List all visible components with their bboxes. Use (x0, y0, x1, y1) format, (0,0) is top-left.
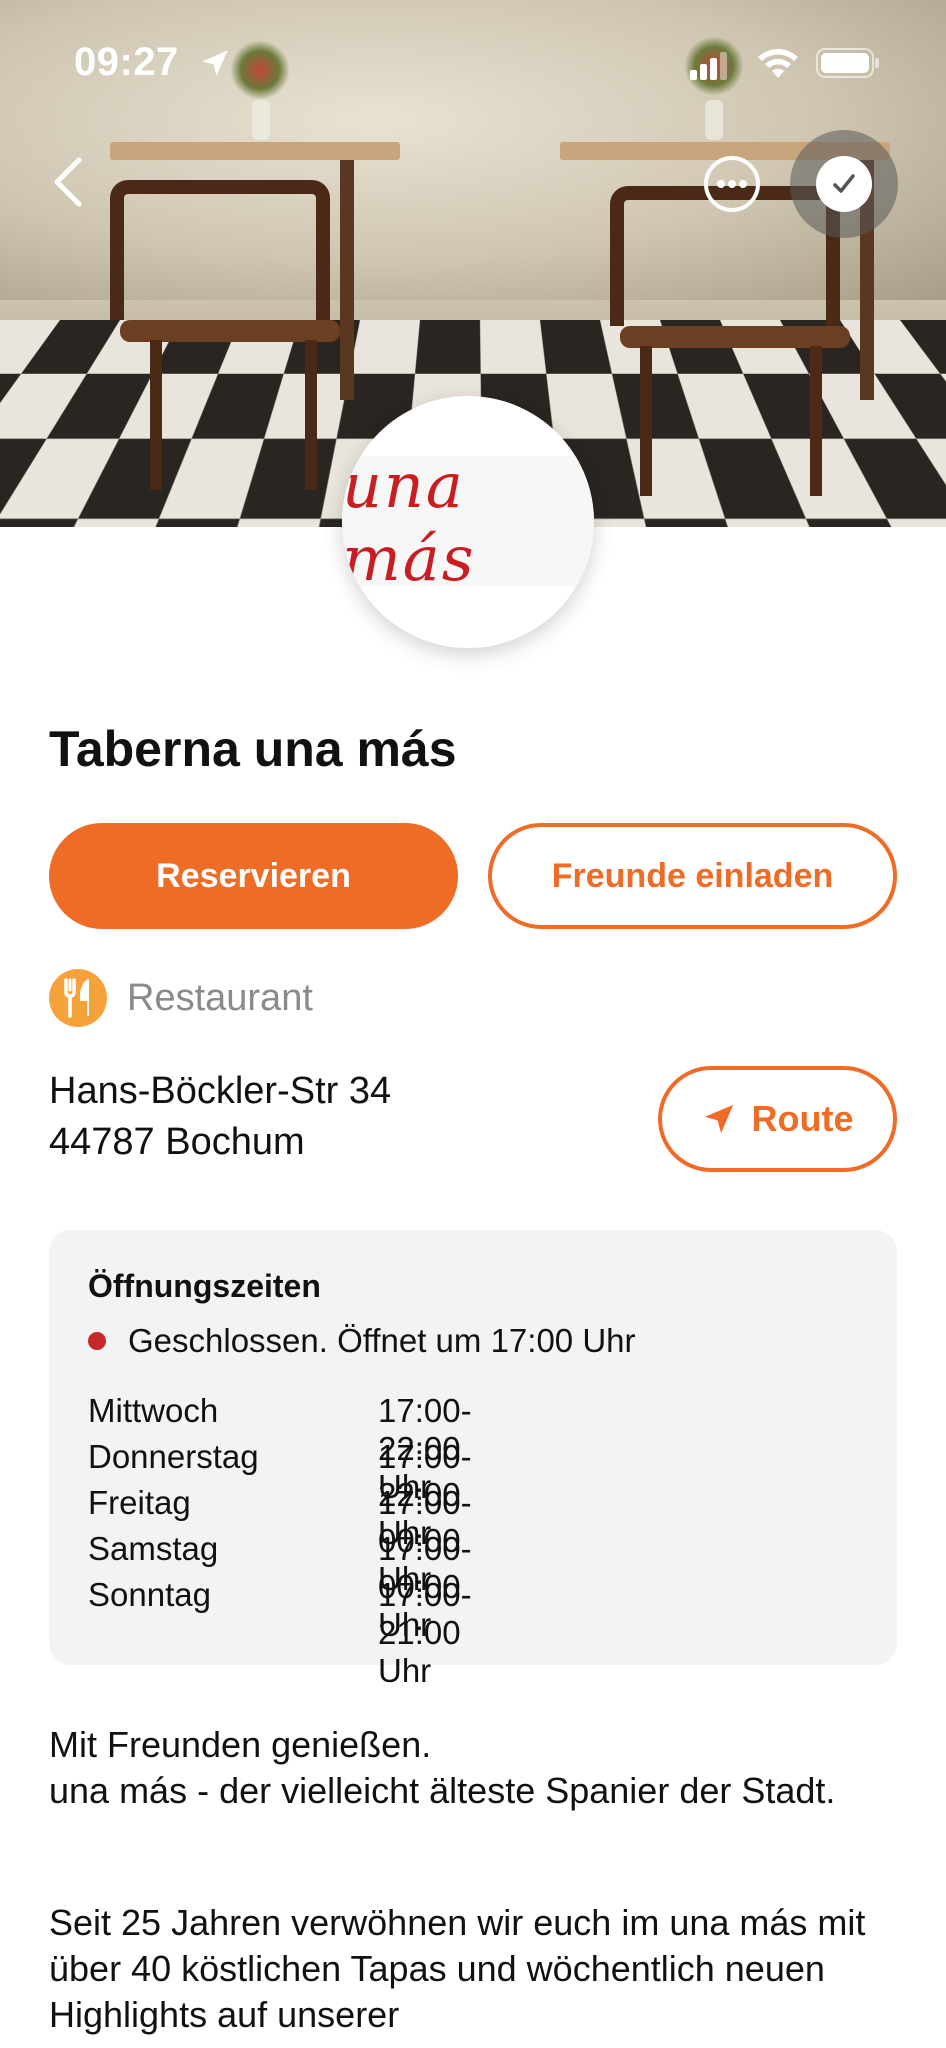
more-button[interactable] (702, 154, 762, 214)
description-intro: Mit Freunden genießen. una más - der vie… (49, 1724, 836, 1811)
opening-status-text: Geschlossen. Öffnet um 17:00 Uhr (128, 1322, 636, 1359)
opening-hours-card: Öffnungszeiten Geschlossen. Öffnet um 17… (49, 1230, 897, 1689)
navigation-arrow-icon (704, 1104, 733, 1134)
hero-chair-seat (120, 320, 340, 342)
hours-row: Samstag 17:00-00:00 Uhr (88, 1530, 472, 1643)
opening-status: Geschlossen. Öffnet um 17:00 Uhr (88, 1322, 636, 1360)
hours-day: Samstag (88, 1530, 219, 1567)
restaurant-name: Taberna una más (49, 721, 457, 777)
closed-status-dot (88, 1332, 106, 1350)
wifi-icon (758, 49, 798, 78)
address-city: 44787 Bochum (49, 1121, 305, 1163)
location-arrow-icon (202, 50, 228, 76)
restaurant-logo: una más (342, 396, 594, 648)
logo-text: una más (342, 449, 476, 595)
hours-row: Mittwoch 17:00-22:00 Uhr (88, 1392, 472, 1505)
back-chevron-icon (54, 157, 82, 207)
battery-icon (816, 48, 879, 78)
opening-hours-title: Öffnungszeiten (88, 1268, 321, 1304)
address-street: Hans-Böckler-Str 34 (49, 1070, 392, 1112)
visited-button[interactable] (790, 130, 898, 238)
checkmark-badge (816, 156, 872, 212)
hours-row: Freitag 17:00-00:00 Uhr (88, 1484, 472, 1597)
invite-friends-button[interactable]: Freunde einladen (488, 823, 897, 929)
hero-chair-leg (640, 346, 652, 496)
hours-day: Mittwoch (88, 1392, 219, 1429)
hero-chair-leg (150, 340, 162, 490)
status-time: 09:27 (74, 40, 179, 84)
hero-table-leg (340, 160, 354, 400)
address: Hans-Böckler-Str 34 44787 Bochum (49, 1066, 391, 1168)
more-icon (704, 156, 760, 212)
category-row: Restaurant (49, 968, 313, 1028)
cutlery-icon (49, 969, 107, 1027)
checkmark-icon (833, 174, 855, 193)
route-label: Route (751, 1098, 854, 1139)
hero-chair-left (110, 180, 330, 320)
route-button[interactable]: Route (658, 1066, 897, 1172)
hero-chair-leg (305, 340, 317, 490)
hours-day: Donnerstag (88, 1438, 259, 1475)
reserve-button[interactable]: Reservieren (49, 823, 458, 929)
hours-row: Sonntag 17:00-21:00 Uhr (88, 1576, 472, 1689)
description-body: Seit 25 Jahren verwöhnen wir euch im una… (49, 1902, 866, 2035)
hero-chair-leg (810, 346, 822, 496)
category-label: Restaurant (127, 976, 313, 1019)
hero-chair-seat (620, 326, 850, 348)
hours-day: Freitag (88, 1484, 191, 1521)
hours-time: 17:00-21:00 Uhr (378, 1576, 472, 1689)
hero-table-left (110, 142, 400, 160)
hours-row: Donnerstag 17:00-22:00 Uhr (88, 1438, 472, 1551)
status-bar: 09:27 (0, 0, 946, 120)
signal-icon (690, 52, 727, 80)
hours-day: Sonntag (88, 1576, 211, 1613)
back-button[interactable] (44, 150, 92, 214)
